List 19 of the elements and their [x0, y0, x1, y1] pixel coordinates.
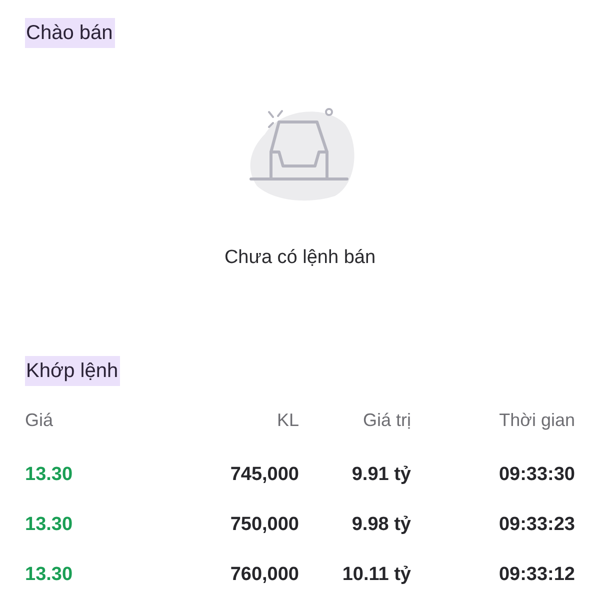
value-header: Giá trị — [362, 410, 411, 430]
section-title: Khớp lệnh — [25, 356, 120, 386]
time-cell-text: 09:33:30 — [498, 464, 575, 486]
time-cell-text: 09:33:23 — [498, 514, 575, 536]
value-cell-text: 10.11 tỷ — [341, 564, 411, 586]
price-cell-text: 13.30 — [25, 514, 74, 536]
empty-message: Chưa có lệnh bán — [224, 246, 376, 270]
section-title: Chào bán — [25, 18, 115, 48]
price-cell-text: 13.30 — [25, 564, 74, 586]
volume-header: KL — [276, 410, 299, 430]
time-cell-text: 09:33:12 — [498, 564, 575, 586]
value-cell-text: 9.98 tỷ — [350, 514, 411, 536]
volume-cell-text: 745,000 — [229, 464, 299, 486]
price-header: Giá — [25, 410, 54, 430]
time-header: Thời gian — [498, 410, 575, 430]
price-cell-text: 13.30 — [25, 464, 74, 486]
value-cell-text: 9.91 tỷ — [350, 464, 411, 486]
volume-cell-text: 750,000 — [229, 514, 299, 536]
volume-cell-text: 760,000 — [229, 564, 299, 586]
